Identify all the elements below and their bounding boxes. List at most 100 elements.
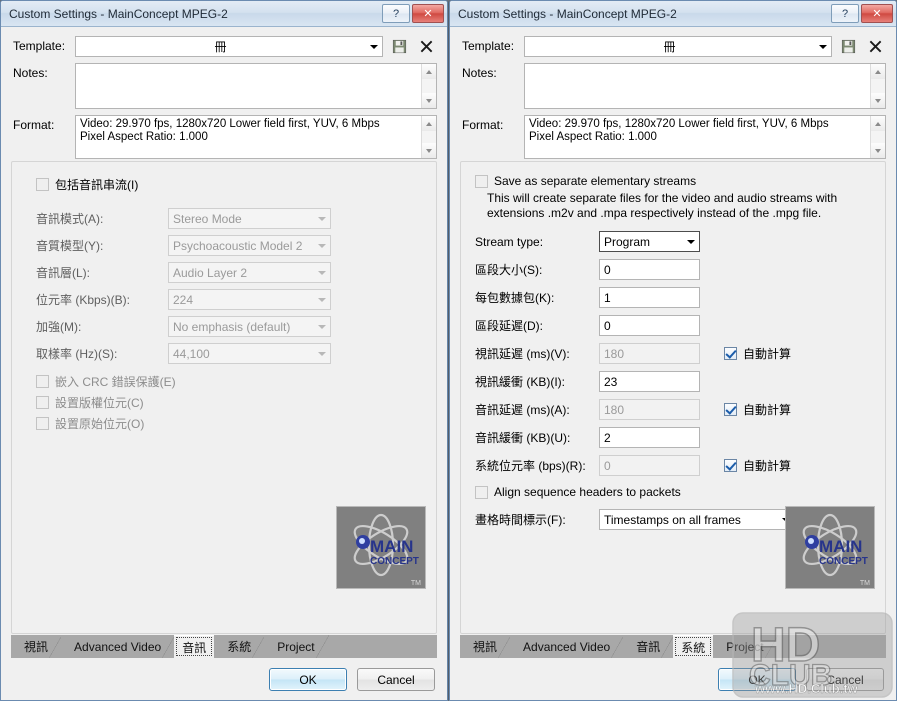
save-separate-streams-checkbox[interactable]: Save as separate elementary streams (475, 174, 885, 188)
segment-delay-input[interactable]: 0 (599, 315, 700, 336)
checkbox-box[interactable] (475, 174, 488, 188)
format-row: Format: Video: 29.970 fps, 1280x720 Lowe… (13, 115, 437, 159)
tab-video[interactable]: 視訊 (11, 635, 63, 658)
stream-type-combo[interactable]: Program (599, 231, 700, 252)
video-delay-value[interactable]: 180 (599, 343, 700, 364)
audio-mode-combo[interactable]: Stereo Mode (168, 208, 331, 229)
checkbox-box[interactable] (724, 403, 737, 416)
scroll-down-icon[interactable] (871, 143, 885, 158)
audio-mode-row: 音訊模式(A): Stereo Mode (36, 208, 436, 229)
scroll-up-icon[interactable] (871, 116, 885, 131)
video-delay-auto-checkbox[interactable]: 自動計算 (724, 345, 791, 362)
save-separate-description: This will create separate files for the … (487, 191, 838, 220)
audio-delay-value[interactable]: 180 (599, 399, 700, 420)
titlebar-left[interactable]: Custom Settings - MainConcept MPEG-2 ? ✕ (1, 1, 447, 27)
include-audio-stream-checkbox[interactable]: 包括音訊串流(I) (36, 176, 436, 193)
samplerate-label: 取樣率 (Hz)(S): (36, 347, 118, 361)
scroll-down-icon[interactable] (422, 93, 436, 108)
tab-system[interactable]: 系統 (673, 635, 714, 658)
tab-project[interactable]: Project (713, 635, 778, 658)
scroll-up-icon[interactable] (422, 64, 436, 79)
scroll-down-icon[interactable] (422, 143, 436, 158)
checkbox-box[interactable] (724, 459, 737, 472)
format-label: Format: (462, 118, 504, 132)
notes-label: Notes: (13, 66, 48, 80)
emphasis-combo[interactable]: No emphasis (default) (168, 316, 331, 337)
format-scrollbar[interactable] (870, 116, 885, 158)
format-textarea[interactable]: Video: 29.970 fps, 1280x720 Lower field … (75, 115, 437, 159)
tab-advanced-video[interactable]: Advanced Video (510, 635, 625, 658)
packets-per-pack-value[interactable]: 1 (599, 287, 700, 308)
timestamp-combo[interactable]: Timestamps on all frames (599, 509, 795, 530)
window-title-right: Custom Settings - MainConcept MPEG-2 (458, 6, 677, 21)
video-buffer-value[interactable]: 23 (599, 371, 700, 392)
quality-model-combo[interactable]: Psychoacoustic Model 2 (168, 235, 331, 256)
copyright-bit-checkbox[interactable]: 設置版權位元(C) (36, 394, 436, 411)
notes-textarea[interactable] (524, 63, 886, 109)
original-bit-checkbox[interactable]: 設置原始位元(O) (36, 415, 436, 432)
scroll-up-icon[interactable] (422, 116, 436, 131)
audio-buffer-value[interactable]: 2 (599, 427, 700, 448)
notes-scrollbar[interactable] (870, 64, 885, 108)
tab-audio[interactable]: 音訊 (623, 635, 675, 658)
video-delay-auto-label: 自動計算 (743, 347, 792, 361)
video-buffer-input[interactable]: 23 (599, 371, 700, 392)
tab-advanced-video[interactable]: Advanced Video (61, 635, 176, 658)
ok-button[interactable]: OK (269, 668, 347, 691)
notes-row: Notes: (462, 63, 886, 109)
system-bitrate-value[interactable]: 0 (599, 455, 700, 476)
tab-system[interactable]: 系統 (214, 635, 266, 658)
align-sequence-headers-checkbox[interactable]: Align sequence headers to packets (475, 485, 885, 499)
audio-buffer-label: 音訊緩衝 (KB)(U): (475, 431, 571, 445)
close-button[interactable]: ✕ (412, 4, 444, 23)
cancel-button[interactable]: Cancel (357, 668, 435, 691)
packets-per-pack-input[interactable]: 1 (599, 287, 700, 308)
tab-project[interactable]: Project (264, 635, 329, 658)
segment-size-value[interactable]: 0 (599, 259, 700, 280)
segment-delay-value[interactable]: 0 (599, 315, 700, 336)
system-bitrate-input[interactable]: 0 (599, 455, 700, 476)
system-bitrate-auto-checkbox[interactable]: 自動計算 (724, 457, 791, 474)
audio-layer-row: 音訊層(L): Audio Layer 2 (36, 262, 436, 283)
checkbox-box[interactable] (475, 485, 488, 499)
segment-size-input[interactable]: 0 (599, 259, 700, 280)
template-combo[interactable]: 冊 (524, 36, 832, 57)
floppy-save-icon[interactable] (388, 36, 410, 57)
delete-x-icon[interactable] (415, 36, 437, 57)
help-button[interactable]: ? (382, 4, 410, 23)
scroll-up-icon[interactable] (871, 64, 885, 79)
checkbox-box[interactable] (36, 417, 49, 430)
svg-text:CONCEPT: CONCEPT (370, 556, 419, 567)
samplerate-combo[interactable]: 44,100 (168, 343, 331, 364)
audio-buffer-input[interactable]: 2 (599, 427, 700, 448)
audio-layer-combo[interactable]: Audio Layer 2 (168, 262, 331, 283)
scroll-down-icon[interactable] (871, 93, 885, 108)
mainconcept-logo: MAIN CONCEPT TM (336, 506, 426, 589)
checkbox-box[interactable] (36, 396, 49, 409)
format-textarea[interactable]: Video: 29.970 fps, 1280x720 Lower field … (524, 115, 886, 159)
delete-x-icon[interactable] (864, 36, 886, 57)
checkbox-box[interactable] (36, 178, 49, 191)
audio-delay-auto-checkbox[interactable]: 自動計算 (724, 401, 791, 418)
video-delay-input[interactable]: 180 (599, 343, 700, 364)
checkbox-box[interactable] (724, 347, 737, 360)
tab-audio[interactable]: 音訊 (174, 635, 215, 658)
checkbox-box[interactable] (36, 375, 49, 388)
help-button[interactable]: ? (831, 4, 859, 23)
cancel-button[interactable]: Cancel (806, 668, 884, 691)
format-scrollbar[interactable] (421, 116, 436, 158)
template-combo[interactable]: 冊 (75, 36, 383, 57)
titlebar-right[interactable]: Custom Settings - MainConcept MPEG-2 ? ✕ (450, 1, 896, 27)
packets-per-pack-row: 每包數據包(K): 1 (475, 287, 885, 308)
crc-protection-checkbox[interactable]: 嵌入 CRC 錯誤保護(E) (36, 373, 436, 390)
template-label: Template: (462, 39, 515, 53)
ok-button[interactable]: OK (718, 668, 796, 691)
close-button[interactable]: ✕ (861, 4, 893, 23)
bitrate-combo[interactable]: 224 (168, 289, 331, 310)
notes-scrollbar[interactable] (421, 64, 436, 108)
audio-delay-input[interactable]: 180 (599, 399, 700, 420)
tab-video[interactable]: 視訊 (460, 635, 512, 658)
notes-textarea[interactable] (75, 63, 437, 109)
system-tab-panel: Save as separate elementary streams This… (460, 161, 886, 634)
floppy-save-icon[interactable] (837, 36, 859, 57)
